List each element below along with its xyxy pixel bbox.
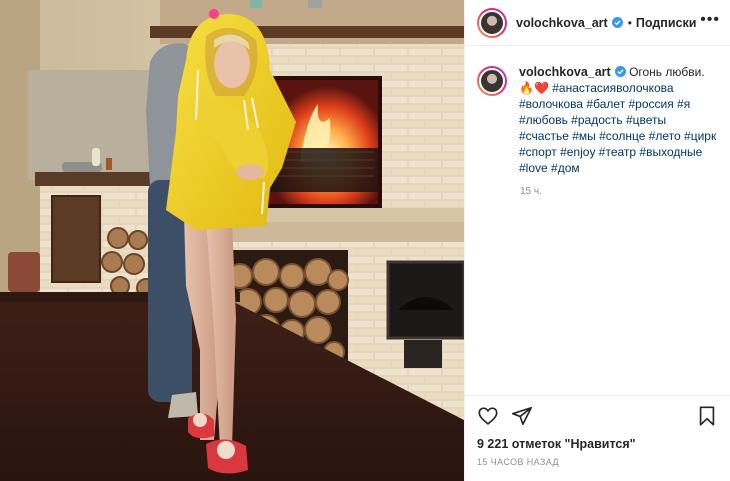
action-bar (465, 395, 730, 435)
instagram-post: volochkova_art • Подписки ••• volochkova… (0, 0, 730, 481)
post-side-panel: volochkova_art • Подписки ••• volochkova… (464, 0, 730, 481)
post-photo[interactable] (0, 0, 464, 481)
caption-hashtags[interactable]: #анастасияволочкова #волочкова #балет #р… (519, 81, 716, 175)
following-button[interactable]: Подписки (636, 16, 697, 30)
caption-avatar-image (479, 68, 505, 94)
post-timestamp[interactable]: 15 ЧАСОВ НАЗАД (465, 457, 730, 481)
paper-plane-icon[interactable] (511, 405, 533, 427)
verified-badge-icon (611, 17, 623, 28)
avatar[interactable] (477, 7, 507, 38)
separator-dot: • (627, 15, 632, 30)
comments-area: volochkova_art Огонь любви.🔥❤️ #анастаси… (465, 46, 730, 395)
header-username[interactable]: volochkova_art (516, 16, 608, 30)
caption-row: volochkova_art Огонь любви.🔥❤️ #анастаси… (477, 64, 718, 176)
post-header: volochkova_art • Подписки ••• (465, 0, 730, 46)
caption-verified-badge-icon (614, 66, 626, 77)
caption-avatar[interactable] (477, 66, 507, 96)
heart-icon[interactable] (477, 405, 499, 427)
caption-time: 15 ч. (520, 186, 542, 197)
caption: volochkova_art Огонь любви.🔥❤️ #анастаси… (519, 64, 718, 176)
more-options-icon[interactable]: ••• (700, 11, 720, 31)
avatar-image (479, 9, 505, 36)
bookmark-icon[interactable] (696, 405, 718, 427)
caption-username[interactable]: volochkova_art (519, 65, 611, 79)
likes-count[interactable]: 9 221 отметок "Нравится" (465, 435, 730, 457)
